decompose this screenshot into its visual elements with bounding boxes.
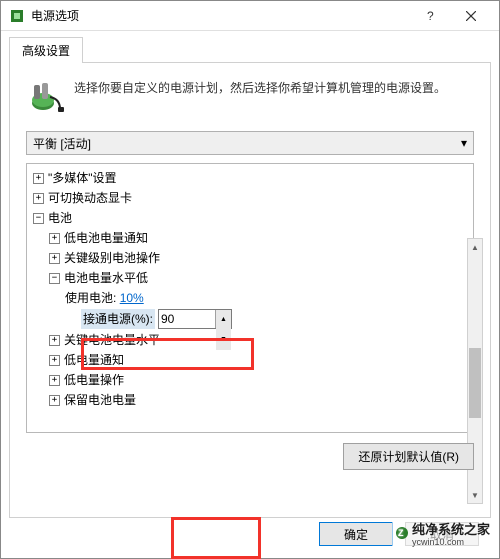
collapse-icon[interactable]: −: [49, 273, 60, 284]
watermark: Z 纯净系统之家 ycwin10.com: [392, 518, 493, 548]
watermark-brand: 纯净系统之家: [412, 522, 490, 537]
annotation-highlight-ok: [171, 517, 261, 559]
svg-text:Z: Z: [398, 528, 404, 538]
expand-icon[interactable]: +: [33, 193, 44, 204]
tab-advanced[interactable]: 高级设置: [9, 37, 83, 63]
plugged-in-spinner[interactable]: ▲ ▼: [158, 309, 232, 329]
app-icon: [9, 8, 25, 24]
window-title: 电源选项: [31, 7, 411, 24]
scroll-up-button[interactable]: ▲: [468, 239, 482, 255]
collapse-icon[interactable]: −: [33, 213, 44, 224]
plugged-in-input[interactable]: [159, 310, 215, 328]
plan-selected-label: 平衡 [活动]: [33, 135, 91, 152]
expand-icon[interactable]: +: [33, 173, 44, 184]
tree-item-plugged-in[interactable]: 接通电源(%): ▲ ▼: [31, 308, 471, 330]
spin-up-button[interactable]: ▲: [216, 310, 231, 330]
tree-item-critical-action[interactable]: +关键级别电池操作: [31, 248, 471, 268]
close-button[interactable]: [451, 2, 491, 30]
expand-icon[interactable]: +: [49, 355, 60, 366]
ok-button[interactable]: 确定: [319, 522, 393, 546]
tree-item-low-notify[interactable]: +低电池电量通知: [31, 228, 471, 248]
tree-item-on-battery[interactable]: 使用电池: 10%: [31, 288, 471, 308]
plan-icon: [26, 79, 64, 117]
watermark-icon: Z: [395, 526, 409, 540]
tree-item-switchable-graphics[interactable]: +可切换动态显卡: [31, 188, 471, 208]
tree-item-critical-level[interactable]: +关键电池电量水平: [31, 330, 471, 350]
help-button[interactable]: ?: [411, 2, 451, 30]
restore-defaults-button[interactable]: 还原计划默认值(R): [343, 443, 474, 470]
expand-icon[interactable]: +: [49, 375, 60, 386]
expand-icon[interactable]: +: [49, 253, 60, 264]
tree-item-reserve[interactable]: +保留电池电量: [31, 390, 471, 410]
titlebar: 电源选项 ?: [1, 1, 499, 31]
expand-icon[interactable]: +: [49, 335, 60, 346]
intro-text: 选择你要自定义的电源计划，然后选择你希望计算机管理的电源设置。: [74, 79, 446, 97]
tree-item-level-low[interactable]: −电池电量水平低: [31, 268, 471, 288]
tree-item-battery[interactable]: −电池: [31, 208, 471, 228]
tree-item-multimedia[interactable]: +"多媒体"设置: [31, 168, 471, 188]
chevron-down-icon: ▾: [461, 136, 467, 150]
power-options-dialog: 电源选项 ? 高级设置 选择你要自定义的电源计划，然后选择你希望计算机管理的电源…: [0, 0, 500, 559]
tab-content: 选择你要自定义的电源计划，然后选择你希望计算机管理的电源设置。 平衡 [活动] …: [9, 62, 491, 518]
tree-item-low-action[interactable]: +低电量操作: [31, 370, 471, 390]
spin-down-button[interactable]: ▼: [216, 330, 231, 350]
watermark-url: ycwin10.com: [412, 538, 490, 547]
expand-icon[interactable]: +: [49, 233, 60, 244]
expand-icon[interactable]: +: [49, 395, 60, 406]
plan-dropdown[interactable]: 平衡 [活动] ▾: [26, 131, 474, 155]
plugged-in-label: 接通电源(%):: [81, 309, 155, 329]
settings-tree[interactable]: +"多媒体"设置 +可切换动态显卡 −电池 +低电池电量通知 +关键级别电池操作…: [26, 163, 474, 433]
tree-item-low-notify2[interactable]: +低电量通知: [31, 350, 471, 370]
scroll-down-button[interactable]: ▼: [468, 487, 482, 503]
scroll-thumb[interactable]: [469, 348, 481, 418]
svg-text:?: ?: [427, 10, 434, 22]
on-battery-value[interactable]: 10%: [120, 288, 144, 308]
